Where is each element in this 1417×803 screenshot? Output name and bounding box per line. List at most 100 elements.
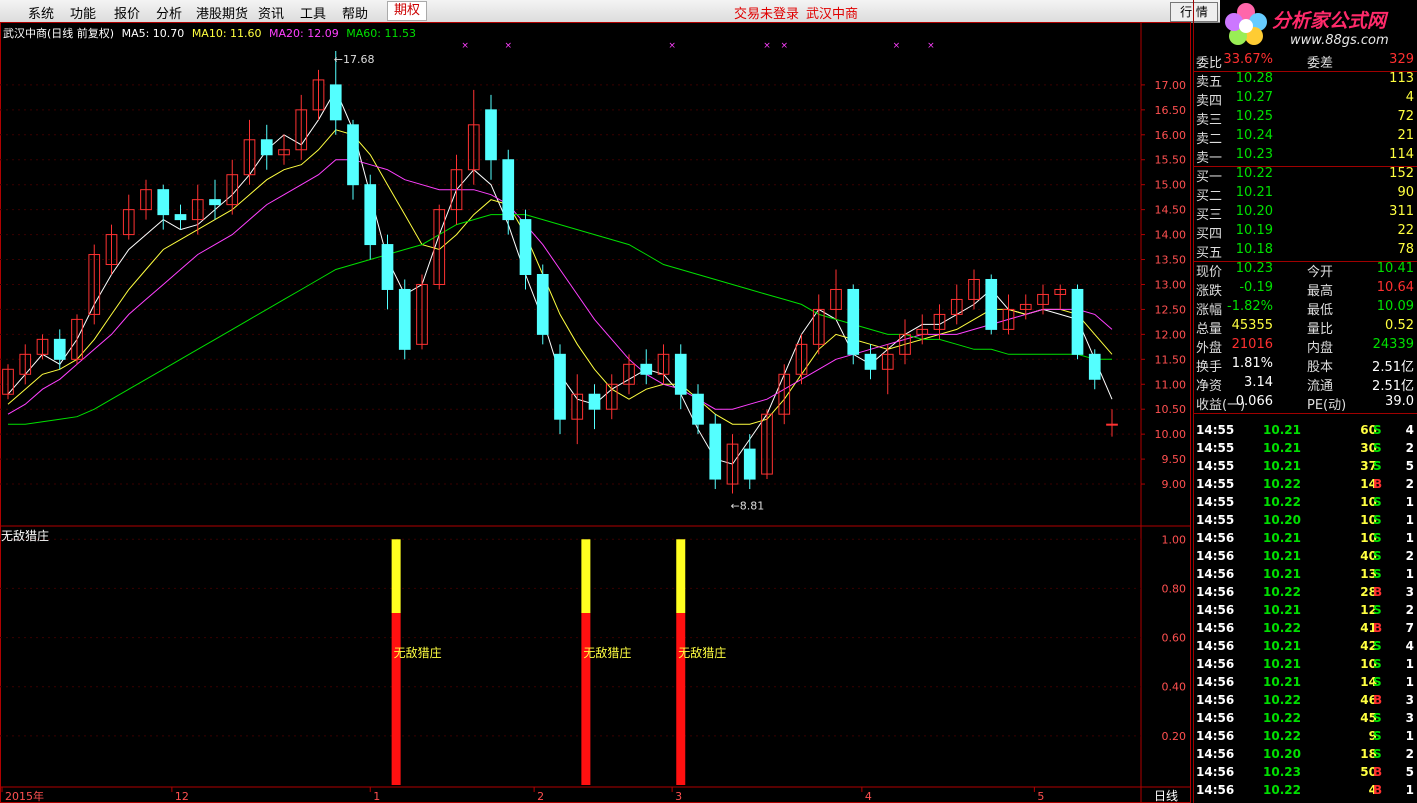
menu-item-system[interactable]: 系统 bbox=[28, 3, 54, 22]
tick-count: 1 bbox=[1405, 729, 1414, 743]
sell-row-value2: 113 bbox=[1389, 71, 1414, 86]
tick-price: 10.21 bbox=[1263, 603, 1301, 617]
sell-row-value2: 72 bbox=[1397, 109, 1414, 124]
trade-tick-row: 14:56 10.21 14 S 1 bbox=[1193, 675, 1417, 693]
buy-row: 买三 10.20 311 bbox=[1193, 204, 1417, 223]
trade-tick-row: 14:56 10.22 41 B 7 bbox=[1193, 621, 1417, 639]
sell-row: 卖一 10.23 114 bbox=[1193, 147, 1417, 166]
stat-row-value: 3.14 bbox=[1244, 375, 1273, 390]
tick-count: 2 bbox=[1405, 441, 1414, 455]
candle-body bbox=[157, 189, 170, 216]
signal-x-marker: × bbox=[893, 41, 901, 51]
tick-side: S bbox=[1373, 657, 1382, 671]
chart-area[interactable]: 17.00 16.50 16.00 15.50 15.00 14.50 14.00 13.50… bbox=[0, 22, 1193, 803]
indicator-y-tick-label: 0.60 bbox=[1162, 632, 1187, 645]
buy-row-value: 10.19 bbox=[1235, 223, 1273, 238]
sell-row: 卖五 10.28 113 bbox=[1193, 71, 1417, 90]
stat-row-value2: 2.51亿 bbox=[1372, 360, 1414, 375]
x-tick-label: 5 bbox=[1037, 790, 1044, 803]
sell-row-value: 10.25 bbox=[1235, 109, 1273, 124]
stat-row-value2: 24339 bbox=[1372, 337, 1414, 352]
tick-price: 10.23 bbox=[1263, 765, 1301, 779]
trade-tick-row: 14:56 10.22 28 B 3 bbox=[1193, 585, 1417, 603]
stat-row-value: -1.82% bbox=[1227, 299, 1273, 314]
signal-x-marker: × bbox=[780, 41, 788, 51]
login-status[interactable]: 交易未登录 bbox=[734, 3, 799, 22]
tick-price: 10.22 bbox=[1263, 621, 1301, 635]
sell-row-value: 10.27 bbox=[1235, 90, 1273, 105]
stat-row: 涨跌 -0.19 最高 10.64 bbox=[1193, 280, 1417, 299]
stat-row: 现价 10.23 今开 10.41 bbox=[1193, 261, 1417, 280]
trade-tick-row: 14:55 10.22 14 B 2 bbox=[1193, 477, 1417, 495]
candle-body bbox=[1088, 353, 1101, 380]
signal-x-marker: × bbox=[927, 41, 935, 51]
buy-row-value2: 152 bbox=[1389, 166, 1414, 181]
x-tick-label: 4 bbox=[865, 790, 872, 803]
menu-item-news[interactable]: 资讯 bbox=[258, 3, 284, 22]
annotation-high: ←17.68 bbox=[334, 53, 375, 66]
main-y-tick-label: 10.50 bbox=[1155, 403, 1187, 416]
tick-price: 10.22 bbox=[1263, 729, 1301, 743]
menu-item-options[interactable]: 期权 bbox=[387, 1, 428, 21]
menu-item-tools[interactable]: 工具 bbox=[300, 3, 326, 22]
trade-tick-row: 14:56 10.22 4 B 1 bbox=[1193, 783, 1417, 801]
stat-row-value: -0.19 bbox=[1239, 280, 1273, 295]
signal-x-marker: × bbox=[461, 41, 469, 51]
main-y-tick-label: 9.00 bbox=[1162, 478, 1187, 491]
stat-row-value: 45355 bbox=[1231, 318, 1273, 333]
signal-x-marker: × bbox=[763, 41, 771, 51]
quote-button[interactable]: 行 情 bbox=[1170, 2, 1218, 22]
tick-count: 1 bbox=[1405, 657, 1414, 671]
stat-row-label2: 流通 bbox=[1307, 379, 1334, 394]
tick-price: 10.21 bbox=[1263, 531, 1301, 545]
stat-row: 净资 3.14 流通 2.51亿 bbox=[1193, 375, 1417, 394]
candle-body bbox=[692, 393, 704, 425]
weibi-row-value: 33.67% bbox=[1223, 52, 1273, 67]
menu-item-help[interactable]: 帮助 bbox=[342, 3, 368, 22]
tick-count: 2 bbox=[1405, 603, 1414, 617]
tick-price: 10.20 bbox=[1263, 747, 1301, 761]
candle-body bbox=[485, 109, 497, 161]
candle-body bbox=[588, 393, 601, 410]
trade-tick-row: 14:56 10.21 13 S 1 bbox=[1193, 567, 1417, 585]
tick-price: 10.22 bbox=[1263, 585, 1301, 599]
candle-body bbox=[674, 353, 687, 395]
tick-count: 7 bbox=[1405, 621, 1414, 635]
sell-row: 卖三 10.25 72 bbox=[1193, 109, 1417, 128]
panel-separator bbox=[1193, 71, 1417, 72]
tick-side: S bbox=[1373, 711, 1382, 725]
indicator-y-tick-label: 0.80 bbox=[1162, 582, 1187, 595]
buy-row-label: 买三 bbox=[1196, 208, 1223, 223]
stat-row: 收益(一) 0.066 PE(动) 39.0 bbox=[1193, 394, 1417, 413]
tick-time: 14:56 bbox=[1196, 729, 1235, 743]
menu-item-analysis[interactable]: 分析 bbox=[156, 3, 182, 22]
stat-row-value2: 10.41 bbox=[1376, 261, 1414, 276]
stat-row-label: 现价 bbox=[1196, 265, 1223, 280]
tick-price: 10.21 bbox=[1263, 657, 1301, 671]
sell-row-value: 10.28 bbox=[1235, 71, 1273, 86]
stat-row-label: 换手 bbox=[1196, 360, 1223, 375]
menu-item-hk-futures[interactable]: 港股期货 bbox=[196, 3, 248, 22]
tick-side: S bbox=[1373, 567, 1382, 581]
main-y-tick-label: 13.00 bbox=[1155, 278, 1187, 291]
stat-row-label2: 内盘 bbox=[1307, 341, 1334, 356]
signal-x-marker: × bbox=[668, 41, 676, 51]
tick-count: 1 bbox=[1405, 783, 1414, 797]
sell-row: 卖二 10.24 21 bbox=[1193, 128, 1417, 147]
buy-row-value: 10.21 bbox=[1235, 185, 1273, 200]
tick-time: 14:56 bbox=[1196, 639, 1235, 653]
tick-time: 14:55 bbox=[1196, 441, 1235, 455]
menu-item-quote[interactable]: 报价 bbox=[114, 3, 140, 22]
x-tick-label: 3 bbox=[675, 790, 682, 803]
menu-item-function[interactable]: 功能 bbox=[70, 3, 96, 22]
tick-side: S bbox=[1373, 441, 1382, 455]
candle-body bbox=[53, 338, 66, 360]
candle-body bbox=[329, 84, 342, 121]
weibi-row-label: 委比 bbox=[1196, 56, 1223, 71]
sell-row-label: 卖五 bbox=[1196, 75, 1223, 90]
buy-row-label: 买二 bbox=[1196, 189, 1223, 204]
stat-row-value: 1.81% bbox=[1231, 356, 1273, 371]
candle-body bbox=[398, 288, 411, 350]
stat-row-value2: 10.64 bbox=[1376, 280, 1414, 295]
buy-row-value2: 22 bbox=[1397, 223, 1414, 238]
